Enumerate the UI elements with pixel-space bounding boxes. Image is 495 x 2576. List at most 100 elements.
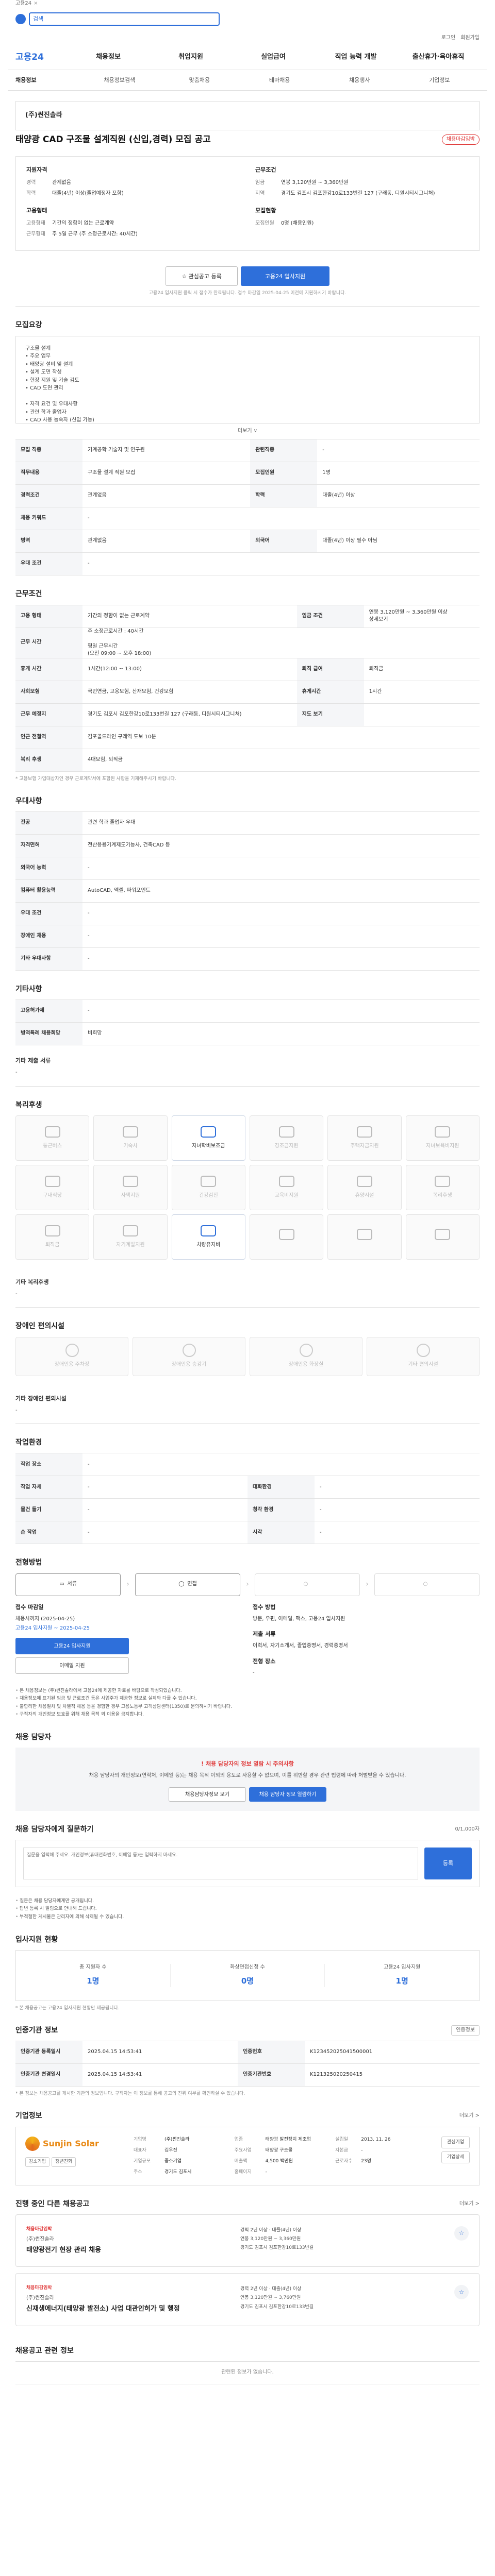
lnb-item-theme[interactable]: 테마채용 bbox=[239, 76, 319, 84]
summary-key: 학력 bbox=[26, 190, 36, 196]
welfare-item: 차량유지비 bbox=[171, 1214, 245, 1260]
lnb-item-jobs[interactable]: 채용정보 bbox=[15, 76, 79, 84]
contact-banner-body: 채용 담당자의 개인정보(연락처, 이메일 등)는 채용 목적 이외의 용도로 … bbox=[89, 1773, 406, 1779]
contact-view-button[interactable]: 채용담당자정보 보기 bbox=[169, 1787, 246, 1802]
lnb-item-events[interactable]: 채용행사 bbox=[320, 76, 400, 84]
process-steps: ▭ 서류 › ◯ 면접 › ○ › ○ bbox=[15, 1573, 480, 1596]
job-card[interactable]: 채용마감임박 (주)썬진솔라 태양광전기 현장 관리 채용 경력 2년 이상 · 대졸… bbox=[15, 2214, 480, 2267]
welfare-item bbox=[249, 1214, 324, 1260]
company-name[interactable]: (주)썬진솔라 bbox=[15, 101, 480, 130]
qa-note-item: 부적절한 게시물은 관리자에 의해 삭제될 수 있습니다. bbox=[15, 1913, 480, 1922]
row-label: 기타 우대사항 bbox=[15, 947, 82, 971]
qa-box: 등록 bbox=[15, 1840, 480, 1888]
disability-sub-title: 기타 장애인 편의시설 bbox=[15, 1395, 67, 1402]
scrap-button[interactable]: ☆ 관심공고 등록 bbox=[166, 266, 238, 286]
recent-section: 채용공고 관련 정보 관련된 정보가 없습니다. bbox=[8, 2332, 487, 2405]
signup-link[interactable]: 회원가입 bbox=[460, 35, 480, 42]
summary-row: 경력 관계없음 bbox=[26, 179, 240, 187]
qa-note-item: 답변 등록 시 알림으로 안내해 드립니다. bbox=[15, 1905, 480, 1913]
company-detail-button[interactable]: 기업상세 bbox=[441, 2151, 470, 2163]
lnb-item-custom[interactable]: 맞춤채용 bbox=[159, 76, 239, 84]
welfare-icon bbox=[356, 1175, 372, 1187]
accessibility-icon bbox=[182, 1344, 196, 1358]
company-title: 기업정보 bbox=[15, 2112, 42, 2121]
apply-email-button[interactable]: 이메일 지원 bbox=[15, 1657, 129, 1674]
job-card[interactable]: 채용마감임박 (주)썬진솔라 신재생에너지(태양광 발전소) 사업 대관인허가 및 … bbox=[15, 2273, 480, 2326]
person-icon: ◯ bbox=[178, 1581, 185, 1587]
star-icon[interactable]: ☆ bbox=[454, 2285, 469, 2300]
lnb-item-search[interactable]: 채용정보검색 bbox=[79, 76, 159, 84]
welfare-item: 통근버스 bbox=[15, 1115, 90, 1161]
recommend-more-link[interactable]: 더보기 > bbox=[459, 2200, 480, 2208]
welfare-label: 자녀보육비지원 bbox=[426, 1143, 459, 1149]
sun-logo-icon bbox=[25, 2136, 40, 2151]
summary-row: 근무형태 주 5일 근무 (주 소정근로시간: 40시간) bbox=[26, 231, 240, 239]
company-field-label: 설립일 bbox=[335, 2137, 349, 2142]
site-logo-icon[interactable] bbox=[15, 14, 26, 24]
welfare-icon bbox=[122, 1126, 138, 1138]
row-label: 전공 bbox=[15, 811, 82, 835]
gnb-item-unemployment[interactable]: 실업급여 bbox=[232, 53, 315, 62]
search-placeholder: 검색 bbox=[33, 15, 44, 23]
apply-button[interactable]: 고용24 입사지원 bbox=[241, 266, 329, 286]
row-value: 관련 학과 졸업자 우대 bbox=[82, 811, 480, 835]
row-value: - bbox=[82, 1498, 248, 1522]
row-label: 병역 bbox=[15, 530, 82, 553]
welfare-icon bbox=[435, 1126, 451, 1138]
welfare-label: 복리후생 bbox=[433, 1192, 452, 1198]
gnb-item-support[interactable]: 취업지원 bbox=[150, 53, 232, 62]
table-row: 직무내용 구조물 설계 직원 모집 모집인원 1명 bbox=[15, 462, 480, 485]
stats-box: 총 지원자 수 1명 화상면접신청 수 0명 고용24 입사지원 1명 bbox=[15, 1950, 480, 2001]
recent-empty: 관련된 정보가 없습니다. bbox=[15, 2361, 480, 2384]
arrow-right-icon: › bbox=[126, 1580, 129, 1589]
row-value: 기계공학 기술자 및 연구원 bbox=[82, 439, 251, 463]
summary-value: 경기도 김포시 김포한강10로133번길 127 (구래동, 디원시티시그니처) bbox=[281, 190, 435, 196]
qa-textarea[interactable] bbox=[23, 1848, 418, 1880]
summary-type-title: 고용형태 bbox=[26, 207, 47, 214]
star-icon[interactable]: ☆ bbox=[454, 2226, 469, 2241]
place-value: - bbox=[253, 1670, 255, 1676]
qa-section: 채용 담당자에게 질문하기 0/1,000자 등록 질문은 채용 담당자에게만 … bbox=[8, 1811, 487, 1921]
company-more-link[interactable]: 더보기 > bbox=[459, 2112, 480, 2120]
process-left: 접수 마감일 채용시까지 (2025-04-25) 고용24 입사지원 ~ 20… bbox=[15, 1603, 242, 1677]
conditions-title: 근무조건 bbox=[15, 590, 42, 599]
stats-note: * 본 채용공고는 고용24 입사지원 현황만 제공됩니다. bbox=[15, 2005, 120, 2011]
contact-open-button[interactable]: 채용 담당자 정보 열람하기 bbox=[249, 1787, 326, 1802]
job-title[interactable]: 신재생에너지(태양광 발전소) 사업 대관인허가 및 행정 bbox=[26, 2304, 230, 2314]
gnb-item-jobs[interactable]: 채용정보 bbox=[67, 53, 150, 62]
login-link[interactable]: 로그인 bbox=[441, 35, 456, 42]
brand-logo[interactable]: 고용24 bbox=[15, 51, 67, 64]
gnb-item-training[interactable]: 직업 능력 개발 bbox=[315, 53, 397, 62]
welfare-item: 교육비지원 bbox=[249, 1164, 324, 1210]
deadline-sub: 고용24 입사지원 ~ 2025-04-25 bbox=[15, 1625, 90, 1632]
apply-online-button[interactable]: 고용24 입사지원 bbox=[15, 1637, 129, 1654]
close-icon[interactable]: × bbox=[34, 0, 38, 7]
row-value: - bbox=[317, 439, 480, 463]
lnb-item-company[interactable]: 기업정보 bbox=[400, 76, 480, 84]
gnb-item-leave[interactable]: 출산휴가·육아휴직 bbox=[397, 53, 480, 62]
welfare-label: 자녀학비보조금 bbox=[192, 1143, 225, 1149]
job-tag: 채용마감임박 bbox=[26, 2226, 52, 2232]
welfare-item: 구내식당 bbox=[15, 1164, 90, 1210]
row-value: 퇴직금 bbox=[364, 657, 480, 681]
welfare-sub-value: - bbox=[15, 1291, 18, 1297]
row-label: 지도 보기 bbox=[296, 703, 364, 726]
expand-button[interactable]: 더보기 ∨ bbox=[15, 423, 480, 439]
table-row: 근무 예정지 경기도 김포시 김포한강10로133번길 127 (구래동, 디원시… bbox=[15, 703, 480, 726]
job-title[interactable]: 태양광전기 현장 관리 채용 bbox=[26, 2246, 230, 2256]
row-label: 복리 후생 bbox=[15, 748, 82, 772]
info-button[interactable]: 인증정보 bbox=[451, 2025, 480, 2036]
row-value: 김포골드라인 구래역 도보 10분 bbox=[82, 725, 480, 749]
company-field-label: 업종 bbox=[234, 2137, 243, 2142]
process-right: 접수 방법 방문, 우편, 이메일, 팩스, 고용24 입사지원 제출 서류 이… bbox=[253, 1603, 480, 1677]
table-row: 물건 들기 - 청각 환경 - bbox=[15, 1498, 480, 1522]
posting-title-row: 태양광 CAD 구조물 설계직원 (신입,경력) 모집 공고 채용마감임박 bbox=[15, 133, 480, 146]
company-fav-button[interactable]: 관심기업 bbox=[441, 2136, 470, 2148]
row-value: - bbox=[315, 1476, 480, 1499]
empty-step-icon: ○ bbox=[423, 1581, 428, 1587]
qa-send-button[interactable]: 등록 bbox=[424, 1848, 472, 1880]
table-row: 병역 관계없음 외국어 대졸(4년) 이상 필수 아님 bbox=[15, 530, 480, 553]
summary-key: 임금 bbox=[255, 180, 265, 186]
row-label: 휴게시간 bbox=[296, 680, 364, 704]
search-input[interactable]: 검색 bbox=[29, 12, 220, 26]
